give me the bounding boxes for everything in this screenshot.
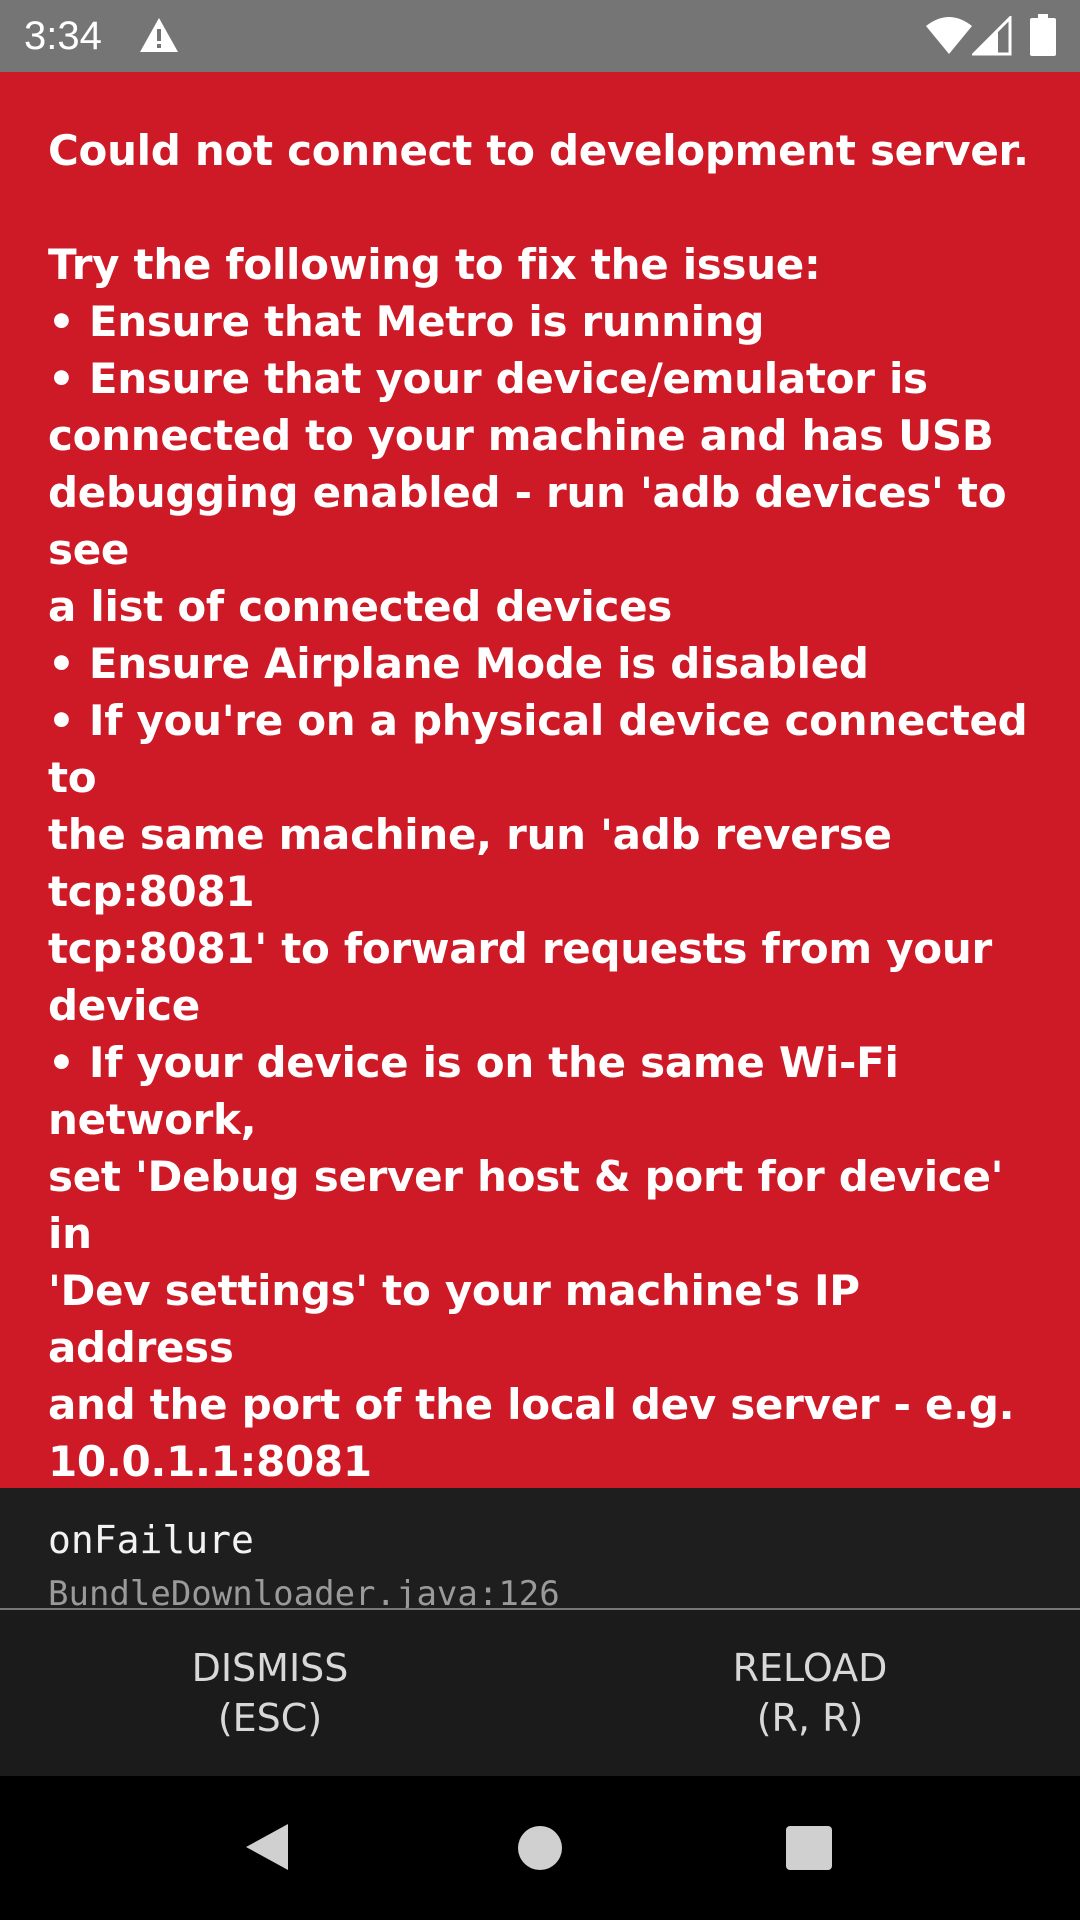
reload-button[interactable]: RELOAD (R, R)	[540, 1610, 1080, 1776]
stack-frame-method[interactable]: onFailure	[48, 1518, 254, 1562]
stack-trace[interactable]: onFailure BundleDownloader.java:126	[0, 1488, 1080, 1608]
home-icon[interactable]	[518, 1826, 562, 1870]
status-time: 3:34	[24, 14, 102, 58]
wifi-icon	[926, 17, 972, 54]
button-bar: DISMISS (ESC) RELOAD (R, R)	[0, 1610, 1080, 1776]
reload-shortcut: (R, R)	[756, 1696, 864, 1740]
stack-frame-file[interactable]: BundleDownloader.java:126	[48, 1574, 560, 1608]
recents-icon[interactable]	[786, 1826, 832, 1870]
dismiss-button[interactable]: DISMISS (ESC)	[0, 1610, 540, 1776]
signal-icon	[972, 16, 1012, 56]
status-bar: 3:34	[0, 0, 1080, 72]
dismiss-label: DISMISS	[191, 1646, 349, 1690]
warning-icon	[140, 18, 178, 52]
back-icon[interactable]	[244, 1822, 290, 1872]
redbox-error-panel: Could not connect to development server.…	[0, 72, 1080, 1771]
reload-label: RELOAD	[732, 1646, 888, 1690]
dismiss-shortcut: (ESC)	[217, 1696, 323, 1740]
battery-icon	[1030, 14, 1056, 56]
